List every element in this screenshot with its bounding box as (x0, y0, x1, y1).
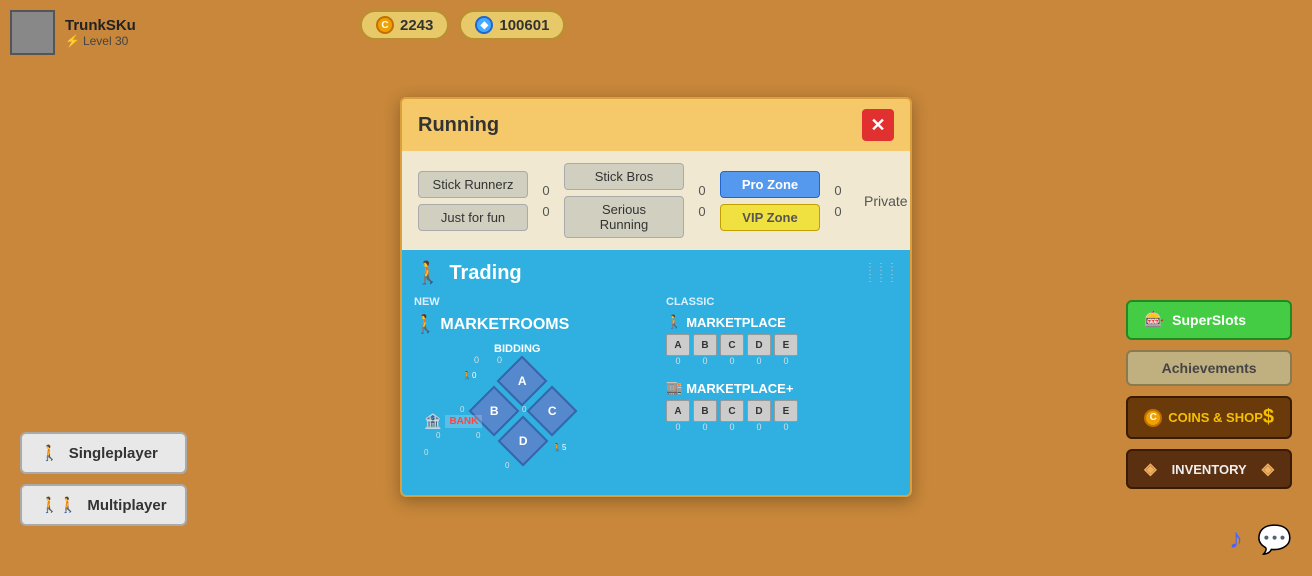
coins-value: 2243 (400, 17, 433, 34)
person-count-right: 🚶5 (552, 443, 566, 452)
classic-section: CLASSIC 🚶 MARKETPLACE A 0 B (666, 296, 898, 483)
singleplayer-icon: 🚶 (40, 444, 59, 462)
coins-pill: C 2243 (360, 10, 449, 40)
zone-col: Pro Zone VIP Zone (720, 171, 820, 231)
super-slots-button[interactable]: 🎰 SuperSlots (1126, 300, 1292, 340)
achievements-button[interactable]: Achievements (1126, 350, 1292, 386)
marketplace-1-title: 🚶 MARKETPLACE (666, 314, 898, 330)
trading-panel: 🚶 Trading ⋮⋮⋮⋮⋮⋮ NEW 🚶 MARKETROOMS BIDDI… (402, 250, 910, 495)
trading-icon: 🚶 (414, 260, 441, 286)
gem-icon: ◆ (475, 16, 493, 34)
slot-a-1[interactable]: A (666, 334, 690, 356)
counts-col-1: 0 0 (536, 183, 556, 219)
person-count-left: 🚶0 (462, 371, 476, 380)
multiplayer-icon: 🚶🚶 (40, 496, 77, 514)
market2-icon: 🏬 (666, 380, 682, 396)
multiplayer-button[interactable]: 🚶🚶 Multiplayer (20, 484, 187, 526)
coins-shop-coin-icon: C (1144, 409, 1162, 427)
inv-left-icon: ◈ (1144, 459, 1156, 479)
slot-a-2[interactable]: A (666, 400, 690, 422)
just-for-fun-button[interactable]: Just for fun (418, 204, 528, 231)
grid-icon: ⋮⋮⋮⋮⋮⋮ (865, 262, 898, 284)
marketplace-1-slots: A 0 B 0 C 0 D 0 (666, 334, 898, 366)
slot-d-2[interactable]: D (747, 400, 771, 422)
dialog-title: Running (418, 114, 499, 137)
bank-box: 🏦 BANK (424, 413, 482, 430)
counts-col-2: 0 0 (692, 183, 712, 219)
slots-icon: 🎰 (1144, 310, 1164, 330)
marketrooms-title: 🚶 MARKETROOMS (414, 314, 646, 335)
bank-label: BANK (445, 415, 482, 428)
left-panel: 🚶 Singleplayer 🚶🚶 Multiplayer (20, 432, 187, 526)
inventory-button[interactable]: ◈ INVENTORY ◈ (1126, 449, 1292, 489)
currency-bar: C 2243 ◆ 100601 (360, 10, 565, 40)
private-label: Private (864, 193, 908, 209)
zone-counts: 0 0 (828, 183, 848, 219)
marketplace-2-slots: A 0 B 0 C 0 D 0 (666, 400, 898, 432)
marketplace-1: 🚶 MARKETPLACE A 0 B 0 C (666, 314, 898, 366)
slot-e-1[interactable]: E (774, 334, 798, 356)
bidding-label: BIDDING (494, 343, 540, 355)
gems-pill: ◆ 100601 (459, 10, 565, 40)
user-info: TrunkSKu ⚡Level 30 (65, 17, 136, 48)
running-options: Stick Runnerz Just for fun 0 0 Stick Bro… (402, 151, 910, 250)
vip-zone-button[interactable]: VIP Zone (720, 204, 820, 231)
close-button[interactable]: ✕ (862, 109, 894, 141)
running-dialog: Running ✕ Stick Runnerz Just for fun 0 0… (400, 97, 912, 497)
dialog-title-bar: Running ✕ (402, 99, 910, 151)
market-icon: 🚶 (414, 314, 436, 335)
serious-running-button[interactable]: Serious Running (564, 196, 684, 238)
bottom-right: ♪ 💬 (1229, 523, 1292, 556)
level-icon: ⚡ (65, 34, 80, 48)
slot-c-2[interactable]: C (720, 400, 744, 422)
avatar (10, 10, 55, 55)
gems-value: 100601 (499, 17, 549, 34)
diamond-d[interactable]: D (505, 423, 541, 459)
pro-zone-button[interactable]: Pro Zone (720, 171, 820, 198)
new-section: NEW 🚶 MARKETROOMS BIDDING 0 0 (414, 296, 646, 483)
header: TrunkSKu ⚡Level 30 (10, 10, 136, 55)
marketplace-2-title: 🏬 MARKETPLACE+ (666, 380, 898, 396)
trading-title: 🚶 Trading (414, 260, 522, 286)
slot-b-1[interactable]: B (693, 334, 717, 356)
singleplayer-button[interactable]: 🚶 Singleplayer (20, 432, 187, 474)
coins-shop-button[interactable]: C COINS & SHOP $ (1126, 396, 1292, 439)
discord-icon[interactable]: 💬 (1257, 523, 1292, 556)
dollar-sign: $ (1263, 406, 1274, 429)
new-label: NEW (414, 296, 646, 308)
stick-runnerz-button[interactable]: Stick Runnerz (418, 171, 528, 198)
coin-icon: C (376, 16, 394, 34)
slot-c-1[interactable]: C (720, 334, 744, 356)
trading-header: 🚶 Trading ⋮⋮⋮⋮⋮⋮ (414, 260, 898, 286)
username: TrunkSKu (65, 17, 136, 34)
option-col-1: Stick Runnerz Just for fun (418, 171, 528, 231)
slot-d-1[interactable]: D (747, 334, 771, 356)
market1-icon: 🚶 (666, 314, 682, 330)
trading-content: NEW 🚶 MARKETROOMS BIDDING 0 0 (414, 296, 898, 483)
inv-right-icon: ◈ (1262, 459, 1274, 479)
music-icon[interactable]: ♪ (1229, 523, 1243, 556)
classic-label: CLASSIC (666, 296, 898, 308)
slot-e-2[interactable]: E (774, 400, 798, 422)
stick-bros-button[interactable]: Stick Bros (564, 163, 684, 190)
right-panel: 🎰 SuperSlots Achievements C COINS & SHOP… (1126, 300, 1292, 489)
option-col-2: Stick Bros Serious Running (564, 163, 684, 238)
marketplace-2: 🏬 MARKETPLACE+ A 0 B 0 C (666, 380, 898, 432)
level: ⚡Level 30 (65, 34, 136, 48)
slot-b-2[interactable]: B (693, 400, 717, 422)
top-counts: 0 0 (474, 355, 502, 365)
diamond-grid: BIDDING 0 0 A 0 🚶0 (414, 343, 624, 483)
